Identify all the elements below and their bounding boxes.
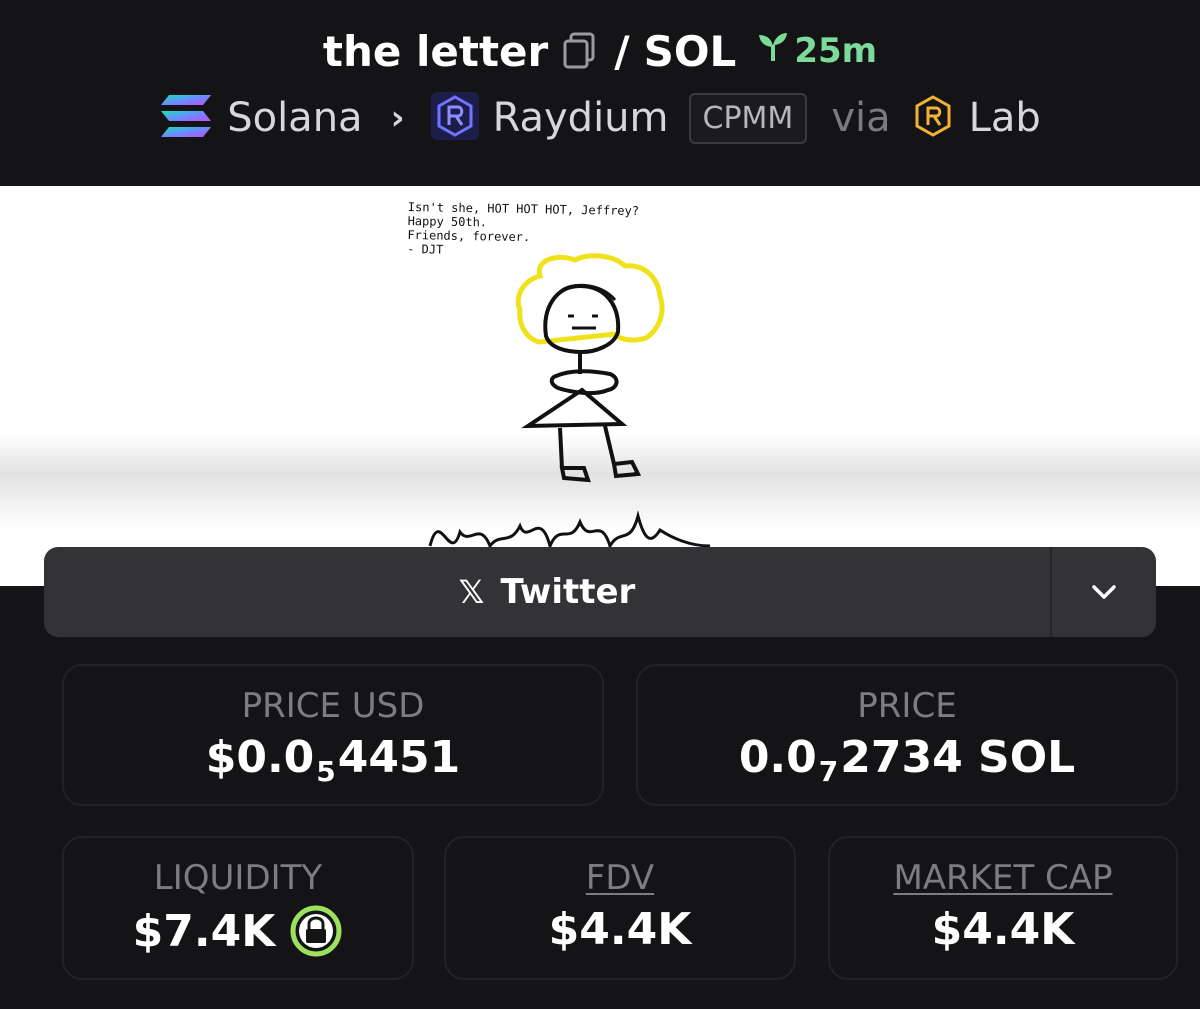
dex-link[interactable]: Raydium	[493, 95, 669, 141]
x-logo-icon: 𝕏	[458, 573, 485, 611]
liquidity-card: LIQUIDITY $7.4K	[62, 836, 414, 980]
price-native-card: PRICE 0.0 7 2734 SOL	[636, 664, 1178, 806]
solana-logo-icon	[159, 93, 213, 143]
chevron-right-icon: ›	[390, 98, 405, 138]
price-native-prefix: 0.0	[738, 732, 817, 783]
chevron-down-icon	[1092, 585, 1116, 599]
chain-link[interactable]: Solana	[227, 95, 362, 141]
seedling-icon	[756, 31, 790, 72]
copy-icon[interactable]	[562, 32, 596, 70]
pair-age-label: 25m	[794, 31, 878, 71]
token-banner-image: Isn't she, HOT HOT HOT, Jeffrey? Happy 5…	[0, 186, 1200, 586]
launchpad-logo-icon	[911, 94, 955, 142]
via-label: via	[831, 95, 891, 141]
twitter-label: Twitter	[500, 572, 636, 612]
fdv-label[interactable]: FDV	[446, 858, 794, 898]
breadcrumb: Solana › Raydium CPMM via Lab	[0, 88, 1200, 148]
pool-type-badge: CPMM	[688, 92, 808, 144]
price-usd-value: $0.0 5 4451	[64, 732, 602, 788]
launchpad-link[interactable]: Lab	[969, 95, 1041, 141]
fdv-card: FDV $4.4K	[444, 836, 796, 980]
raydium-logo-icon	[430, 92, 479, 144]
market-cap-label[interactable]: MARKET CAP	[830, 858, 1176, 898]
pair-title-row: the letter / SOL 25m	[0, 24, 1200, 78]
price-native-value: 0.0 7 2734 SOL	[638, 732, 1176, 788]
social-links-bar: 𝕏 Twitter	[44, 547, 1156, 637]
pair-age: 25m	[756, 31, 877, 72]
fdv-value: $4.4K	[548, 904, 692, 955]
price-usd-label: PRICE USD	[241, 686, 425, 726]
price-usd-prefix: $0.0	[205, 732, 315, 783]
pair-quote-name: SOL	[643, 26, 737, 76]
price-usd-digits: 4451	[337, 732, 461, 783]
pair-separator: /	[614, 26, 630, 76]
twitter-button[interactable]: 𝕏 Twitter	[44, 547, 1050, 637]
market-cap-value: $4.4K	[931, 904, 1075, 955]
liquidity-value: $7.4K	[132, 905, 276, 957]
price-native-digits: 2734 SOL	[840, 732, 1076, 783]
price-usd-card: PRICE USD $0.0 5 4451	[62, 664, 604, 806]
price-native-label: PRICE	[857, 686, 957, 726]
liquidity-label: LIQUIDITY	[153, 858, 323, 898]
price-native-zero-count: 7	[818, 755, 839, 788]
more-links-toggle[interactable]	[1050, 547, 1156, 637]
liquidity-value-row: $7.4K	[64, 904, 412, 958]
market-cap-card: MARKET CAP $4.4K	[828, 836, 1178, 980]
lock-icon[interactable]	[289, 904, 343, 958]
pair-header: the letter / SOL 25m Solana › Raydium CP…	[0, 0, 1200, 186]
stick-figure-drawing	[428, 253, 711, 551]
price-usd-zero-count: 5	[316, 755, 336, 788]
pair-base-name: the letter	[322, 26, 549, 76]
